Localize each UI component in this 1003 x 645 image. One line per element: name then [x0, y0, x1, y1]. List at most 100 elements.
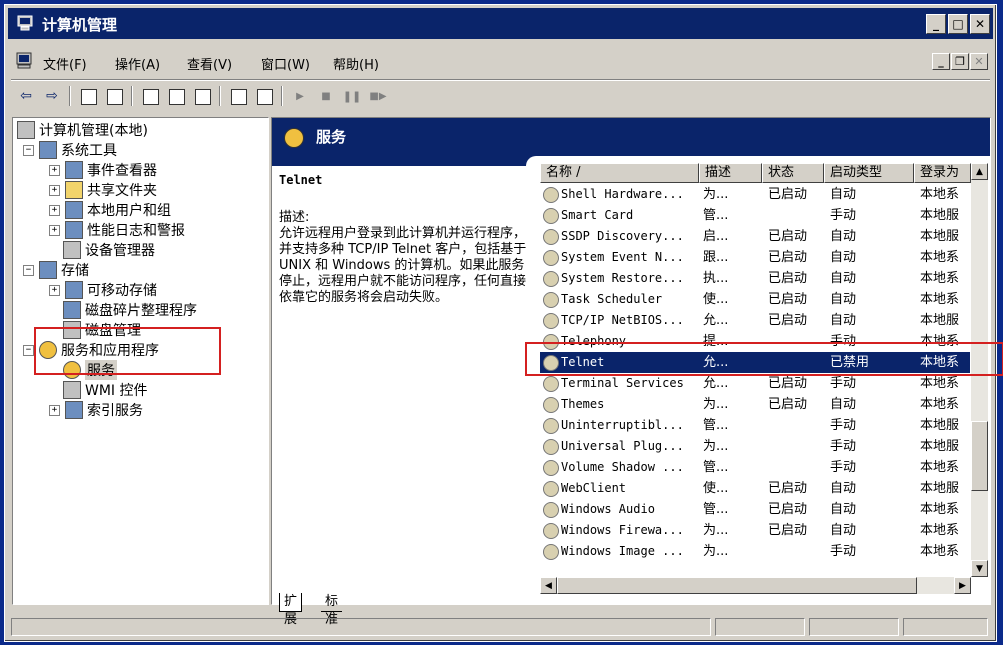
- mdi-close-button[interactable]: ✕: [970, 53, 988, 70]
- status-panel-3: [809, 618, 899, 636]
- tree-node-wmi[interactable]: WMI 控件: [63, 380, 148, 400]
- scroll-left-button[interactable]: ◀: [540, 577, 557, 594]
- service-row[interactable]: Themes 为... 已启动 自动 本地系: [540, 394, 970, 415]
- service-desc-cell: 使...: [703, 292, 729, 307]
- service-name-cell: Universal Plug...: [543, 436, 717, 457]
- tree-label: 索引服务: [87, 403, 143, 419]
- mdi-restore-button[interactable]: ❐: [951, 53, 969, 70]
- expand-icon[interactable]: +: [49, 184, 60, 196]
- menu-window[interactable]: 窗口(W): [261, 54, 310, 73]
- forward-arrow-icon[interactable]: ⇨: [41, 85, 63, 107]
- service-row[interactable]: Smart Card 管... 手动 本地服: [540, 205, 970, 226]
- collapse-icon[interactable]: −: [23, 344, 34, 356]
- menu-view[interactable]: 查看(V): [187, 54, 232, 73]
- restart-service-icon[interactable]: ■▶: [367, 85, 389, 107]
- help-icon[interactable]: [227, 85, 249, 107]
- up-folder-icon[interactable]: [77, 85, 99, 107]
- service-row[interactable]: Windows Image ... 为... 手动 本地系: [540, 541, 970, 562]
- service-row[interactable]: Windows Audio 管... 已启动 自动 本地系: [540, 499, 970, 520]
- service-name-cell: Windows Audio: [543, 499, 717, 520]
- service-startup-cell: 自动: [830, 502, 857, 517]
- tree-node-system-tools[interactable]: − 系统工具: [23, 140, 117, 160]
- service-desc-cell: 为...: [703, 523, 729, 538]
- stop-service-icon[interactable]: ■: [315, 85, 337, 107]
- expand-icon[interactable]: +: [49, 204, 60, 216]
- column-header-name[interactable]: 名称 /: [540, 163, 699, 183]
- service-status-cell: 已启动: [768, 292, 808, 307]
- expand-icon[interactable]: +: [49, 224, 60, 236]
- mdi-minimize-button[interactable]: _: [932, 53, 950, 70]
- service-desc-cell: 管...: [703, 208, 729, 223]
- tree-label: 性能日志和警报: [87, 223, 185, 239]
- horizontal-scroll-thumb[interactable]: [557, 577, 917, 594]
- service-row[interactable]: TCP/IP NetBIOS... 允... 已启动 自动 本地服: [540, 310, 970, 331]
- expand-icon[interactable]: +: [49, 404, 60, 416]
- start-service-icon[interactable]: ▶: [289, 85, 311, 107]
- service-row[interactable]: SSDP Discovery... 启... 已启动 自动 本地服: [540, 226, 970, 247]
- service-row[interactable]: System Event N... 跟... 已启动 自动 本地系: [540, 247, 970, 268]
- service-row[interactable]: Universal Plug... 为... 手动 本地服: [540, 436, 970, 457]
- service-row[interactable]: Uninterruptibl... 管... 手动 本地服: [540, 415, 970, 436]
- expand-icon[interactable]: +: [49, 164, 60, 176]
- service-row[interactable]: Task Scheduler 使... 已启动 自动 本地系: [540, 289, 970, 310]
- title-bar[interactable]: 计算机管理 _ □ ✕: [8, 8, 993, 39]
- service-row[interactable]: WebClient 使... 已启动 自动 本地服: [540, 478, 970, 499]
- service-name-cell: Windows Image ...: [543, 541, 717, 562]
- service-startup-cell: 自动: [830, 292, 857, 307]
- tree-node-storage[interactable]: − 存储: [23, 260, 89, 280]
- maximize-button[interactable]: □: [948, 14, 968, 34]
- menu-action[interactable]: 操作(A): [115, 54, 160, 73]
- service-desc-cell: 为...: [703, 439, 729, 454]
- tree-node-device-manager[interactable]: 设备管理器: [63, 240, 155, 260]
- service-desc-cell: 执...: [703, 271, 729, 286]
- service-row[interactable]: Shell Hardware... 为... 已启动 自动 本地系: [540, 184, 970, 205]
- collapse-icon[interactable]: −: [23, 264, 34, 276]
- column-header-startup-type[interactable]: 启动类型: [824, 163, 914, 183]
- tree-node-shared-folders[interactable]: + 共享文件夹: [49, 180, 157, 200]
- mmc-icon[interactable]: [15, 52, 33, 70]
- service-startup-cell: 自动: [830, 481, 857, 496]
- tree-node-root[interactable]: 计算机管理(本地): [17, 120, 148, 140]
- show-tree-icon[interactable]: [103, 85, 125, 107]
- console-view-icon[interactable]: [253, 85, 275, 107]
- service-row[interactable]: Terminal Services 允... 已启动 手动 本地系: [540, 373, 970, 394]
- tree-node-indexing[interactable]: + 索引服务: [49, 400, 143, 420]
- service-name-cell: TCP/IP NetBIOS...: [543, 310, 717, 331]
- service-row[interactable]: System Restore... 执... 已启动 自动 本地系: [540, 268, 970, 289]
- tree-node-defrag[interactable]: 磁盘碎片整理程序: [63, 300, 197, 320]
- column-header-description[interactable]: 描述: [699, 163, 762, 183]
- minimize-button[interactable]: _: [926, 14, 946, 34]
- pane-header: 服务: [272, 118, 990, 156]
- wmi-icon: [63, 381, 81, 399]
- tree-node-event-viewer[interactable]: + 事件查看器: [49, 160, 157, 180]
- export-list-icon[interactable]: [191, 85, 213, 107]
- menu-file[interactable]: 文件(F): [43, 54, 87, 73]
- menu-separator: [11, 79, 990, 81]
- close-button[interactable]: ✕: [970, 14, 990, 34]
- scroll-right-button[interactable]: ▶: [954, 577, 971, 594]
- tree-node-perf-logs[interactable]: + 性能日志和警报: [49, 220, 185, 240]
- refresh-icon[interactable]: [165, 85, 187, 107]
- column-header-logon[interactable]: 登录为: [914, 163, 971, 183]
- tree-node-local-users[interactable]: + 本地用户和组: [49, 200, 171, 220]
- tab-extended[interactable]: 扩展: [279, 593, 303, 627]
- scroll-down-button[interactable]: ▼: [971, 560, 988, 577]
- scroll-up-button[interactable]: ▲: [971, 163, 988, 180]
- service-row[interactable]: Windows Firewa... 为... 已启动 自动 本地系: [540, 520, 970, 541]
- tree-node-removable-storage[interactable]: + 可移动存储: [49, 280, 157, 300]
- menu-help[interactable]: 帮助(H): [333, 54, 379, 73]
- properties-icon[interactable]: [139, 85, 161, 107]
- collapse-icon[interactable]: −: [23, 144, 34, 156]
- back-arrow-icon[interactable]: ⇦: [15, 85, 37, 107]
- expand-icon[interactable]: +: [49, 284, 60, 296]
- tab-standard[interactable]: 标准: [321, 593, 343, 627]
- event-viewer-icon: [65, 161, 83, 179]
- horizontal-scrollbar[interactable]: ◀ ▶: [540, 577, 971, 594]
- vertical-scroll-thumb[interactable]: [971, 421, 988, 491]
- service-startup-cell: 手动: [830, 460, 857, 475]
- service-startup-cell: 手动: [830, 418, 857, 433]
- column-header-status[interactable]: 状态: [762, 163, 824, 183]
- services-list[interactable]: 名称 / 描述 状态 启动类型 登录为 Shell Hardware... 为..…: [540, 163, 988, 595]
- service-row[interactable]: Volume Shadow ... 管... 手动 本地系: [540, 457, 970, 478]
- pause-service-icon[interactable]: ❚❚: [341, 85, 363, 107]
